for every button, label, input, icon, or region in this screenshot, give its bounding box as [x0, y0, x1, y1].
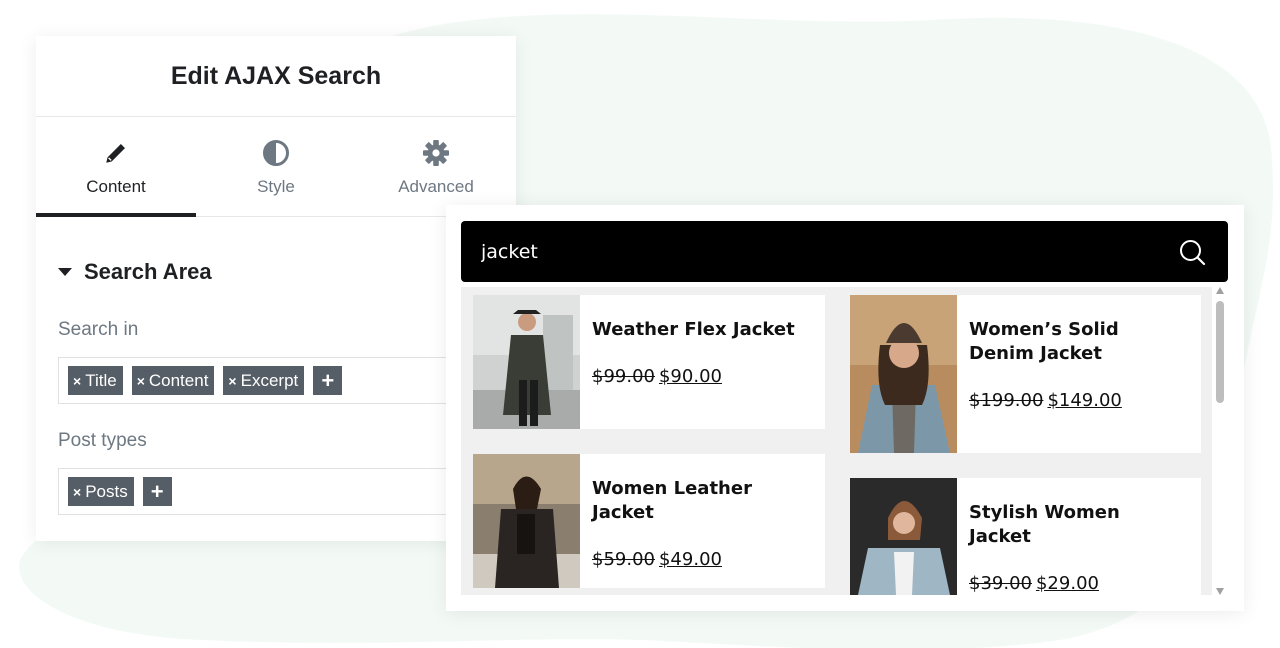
new-price: $29.00 [1035, 573, 1099, 594]
tag-content[interactable]: × Content [131, 366, 215, 395]
tag-label: Content [148, 370, 209, 390]
add-tag-button[interactable]: + [313, 366, 343, 395]
product-price: $199.00 $149.00 [969, 390, 1181, 411]
remove-icon[interactable]: × [73, 373, 81, 389]
editor-panel: Edit AJAX Search Content Style Advanced … [36, 36, 516, 541]
panel-title: Edit AJAX Search [36, 36, 516, 117]
tab-content[interactable]: Content [36, 117, 196, 217]
tab-label: Style [257, 177, 295, 196]
search-icon[interactable] [1178, 238, 1206, 266]
caret-down-icon [58, 268, 72, 276]
post-types-label: Post types [58, 430, 147, 451]
product-image [473, 295, 580, 429]
results-list: Weather Flex Jacket $99.00 $90.00 Women’s… [461, 287, 1212, 595]
old-price: $39.00 [969, 573, 1032, 594]
new-price: $90.00 [658, 366, 722, 387]
new-price: $149.00 [1047, 390, 1122, 411]
search-bar [461, 221, 1228, 282]
tab-style[interactable]: Style [196, 117, 356, 216]
product-image [850, 295, 957, 453]
product-price: $99.00 $90.00 [592, 366, 804, 387]
result-info: Weather Flex Jacket $99.00 $90.00 [580, 295, 804, 429]
result-info: Women Leather Jacket $59.00 $49.00 [580, 454, 804, 588]
tag-label: Posts [85, 481, 128, 501]
tag-title[interactable]: × Title [68, 366, 123, 395]
tag-excerpt[interactable]: × Excerpt [223, 366, 305, 395]
section-toggle[interactable]: Search Area [36, 217, 516, 299]
result-info: Women’s Solid Denim Jacket $199.00 $149.0… [957, 295, 1181, 453]
result-card[interactable]: Women’s Solid Denim Jacket $199.00 $149.0… [850, 295, 1201, 453]
tab-label: Content [86, 177, 146, 196]
product-name[interactable]: Weather Flex Jacket [592, 318, 804, 342]
results-scrollbar[interactable] [1213, 287, 1227, 595]
section-title: Search Area [84, 259, 212, 284]
result-card[interactable]: Weather Flex Jacket $99.00 $90.00 [473, 295, 825, 429]
scrollbar-thumb[interactable] [1216, 301, 1224, 403]
old-price: $199.00 [969, 390, 1044, 411]
scroll-up-icon[interactable] [1216, 287, 1224, 294]
remove-icon[interactable]: × [73, 484, 81, 500]
tag-label: Excerpt [240, 370, 299, 390]
search-input[interactable] [461, 221, 1141, 282]
tag-posts[interactable]: × Posts [68, 477, 134, 506]
tab-advanced[interactable]: Advanced [356, 117, 516, 216]
old-price: $59.00 [592, 549, 655, 570]
tag-label: Title [85, 370, 117, 390]
tab-bar: Content Style Advanced [36, 117, 516, 217]
product-name[interactable]: Women’s Solid Denim Jacket [969, 318, 1181, 366]
product-image [850, 478, 957, 595]
tab-label: Advanced [398, 177, 474, 196]
add-tag-button[interactable]: + [142, 477, 172, 506]
result-info: Stylish Women Jacket $39.00 $29.00 [957, 478, 1181, 595]
product-name[interactable]: Women Leather Jacket [592, 477, 804, 525]
search-in-field[interactable]: × Title × Content × Excerpt + [58, 357, 478, 404]
gear-icon [422, 139, 450, 167]
result-card[interactable]: Stylish Women Jacket $39.00 $29.00 [850, 478, 1201, 595]
product-price: $39.00 $29.00 [969, 573, 1181, 594]
pencil-icon [102, 139, 130, 167]
search-in-label: Search in [58, 319, 139, 340]
product-image [473, 454, 580, 588]
post-types-field[interactable]: × Posts + [58, 468, 478, 515]
old-price: $99.00 [592, 366, 655, 387]
half-circle-icon [262, 139, 290, 167]
product-name[interactable]: Stylish Women Jacket [969, 501, 1181, 549]
scroll-down-icon[interactable] [1216, 588, 1224, 595]
result-card[interactable]: Women Leather Jacket $59.00 $49.00 [473, 454, 825, 588]
product-price: $59.00 $49.00 [592, 549, 804, 570]
remove-icon[interactable]: × [228, 373, 236, 389]
search-widget: Weather Flex Jacket $99.00$90.00 Women’s… [446, 205, 1244, 611]
remove-icon[interactable]: × [137, 373, 145, 389]
new-price: $49.00 [658, 549, 722, 570]
